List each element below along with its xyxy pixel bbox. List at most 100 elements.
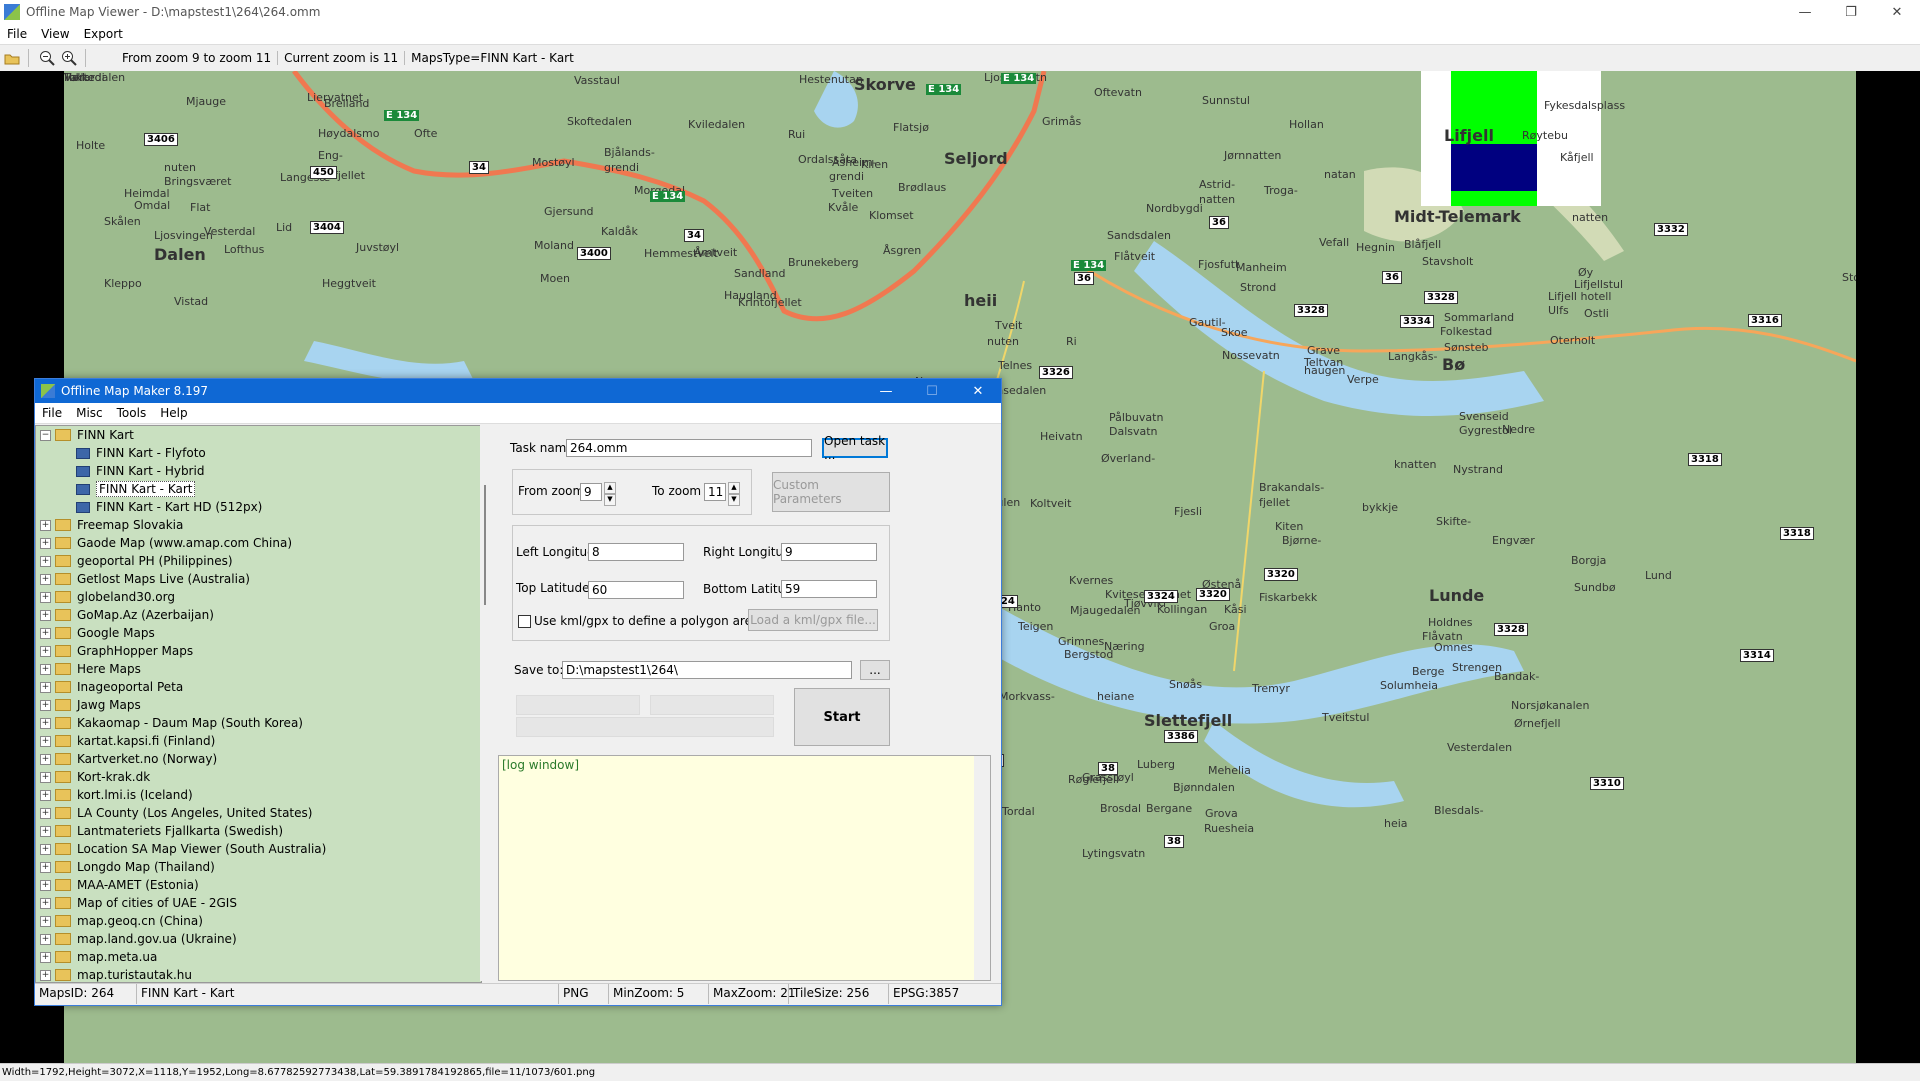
tree-scrollbar[interactable]	[480, 425, 498, 981]
expand-icon[interactable]: +	[40, 807, 51, 819]
spinner-down-icon[interactable]: ▼	[728, 494, 740, 506]
save-to-input[interactable]	[562, 661, 852, 679]
tree-child-item[interactable]: FINN Kart - Hybrid	[36, 462, 481, 480]
tree-item[interactable]: + Here Maps	[36, 660, 481, 678]
expand-icon[interactable]: +	[40, 537, 51, 549]
to-zoom-stepper[interactable]: ▲ ▼	[728, 482, 740, 506]
menu-file[interactable]: File	[0, 27, 34, 41]
scrollbar-thumb[interactable]	[484, 485, 486, 605]
close-button[interactable]: ✕	[1874, 0, 1920, 24]
log-window[interactable]: [log window]	[498, 755, 991, 981]
open-folder-icon[interactable]	[2, 48, 22, 68]
collapse-icon[interactable]: −	[40, 429, 51, 441]
expand-icon[interactable]: +	[40, 843, 51, 855]
bottom-latitude-input[interactable]	[781, 580, 877, 598]
tree-child-item[interactable]: FINN Kart - Kart HD (512px)	[36, 498, 481, 516]
dialog-menu-tools[interactable]: Tools	[110, 406, 154, 420]
tree-item[interactable]: + geoportal PH (Philippines)	[36, 552, 481, 570]
dialog-minimize-button[interactable]: —	[863, 379, 909, 403]
tree-item[interactable]: + Kort-krak.dk	[36, 768, 481, 786]
browse-button[interactable]: ...	[860, 660, 890, 680]
expand-icon[interactable]: +	[40, 735, 51, 747]
use-kml-checkbox[interactable]	[518, 615, 531, 628]
spinner-down-icon[interactable]: ▼	[604, 494, 616, 506]
tree-root-item[interactable]: − FINN Kart	[36, 426, 481, 444]
minimize-button[interactable]: —	[1782, 0, 1828, 24]
expand-icon[interactable]: +	[40, 825, 51, 837]
dialog-menu-file[interactable]: File	[35, 406, 69, 420]
tree-item[interactable]: + Inageoportal Peta	[36, 678, 481, 696]
dialog-menu-misc[interactable]: Misc	[69, 406, 110, 420]
tree-item[interactable]: + map.geoq.cn (China)	[36, 912, 481, 930]
menu-export[interactable]: Export	[77, 27, 130, 41]
tree-item[interactable]: + kartat.kapsi.fi (Finland)	[36, 732, 481, 750]
menu-view[interactable]: View	[34, 27, 76, 41]
restore-button[interactable]: ❐	[1828, 0, 1874, 24]
tree-item[interactable]: + map.turistautak.hu	[36, 966, 481, 982]
expand-icon[interactable]: +	[40, 519, 51, 531]
spinner-up-icon[interactable]: ▲	[728, 482, 740, 494]
expand-icon[interactable]: +	[40, 555, 51, 567]
dialog-close-button[interactable]: ✕	[955, 379, 1001, 403]
map-source-tree[interactable]: − FINN Kart FINN Kart - Flyfoto FINN Kar…	[35, 425, 482, 983]
expand-icon[interactable]: +	[40, 879, 51, 891]
dialog-menu-help[interactable]: Help	[153, 406, 194, 420]
task-name-input[interactable]	[566, 439, 812, 457]
tree-item[interactable]: + LA County (Los Angeles, United States)	[36, 804, 481, 822]
tree-item[interactable]: + Lantmateriets Fjallkarta (Swedish)	[36, 822, 481, 840]
expand-icon[interactable]: +	[40, 663, 51, 675]
expand-icon[interactable]: +	[40, 933, 51, 945]
open-task-button[interactable]: Open task ...	[822, 434, 888, 462]
tree-item[interactable]: + Location SA Map Viewer (South Australia…	[36, 840, 481, 858]
tree-item[interactable]: + Longdo Map (Thailand)	[36, 858, 481, 876]
expand-icon[interactable]: +	[40, 699, 51, 711]
expand-icon[interactable]: +	[40, 771, 51, 783]
dialog-maximize-button[interactable]: ☐	[909, 379, 955, 403]
tree-item[interactable]: + kort.lmi.is (Iceland)	[36, 786, 481, 804]
expand-icon[interactable]: +	[40, 573, 51, 585]
zoom-out-icon[interactable]	[37, 48, 57, 68]
tree-item[interactable]: + Getlost Maps Live (Australia)	[36, 570, 481, 588]
expand-icon[interactable]: +	[40, 717, 51, 729]
expand-icon[interactable]: +	[40, 861, 51, 873]
tree-item[interactable]: + Kartverket.no (Norway)	[36, 750, 481, 768]
tree-item[interactable]: + map.meta.ua	[36, 948, 481, 966]
expand-icon[interactable]: +	[40, 915, 51, 927]
tree-item[interactable]: + Google Maps	[36, 624, 481, 642]
tree-item[interactable]: + GraphHopper Maps	[36, 642, 481, 660]
expand-icon[interactable]: +	[40, 645, 51, 657]
right-longitude-input[interactable]	[781, 543, 877, 561]
spinner-up-icon[interactable]: ▲	[604, 482, 616, 494]
expand-icon[interactable]: +	[40, 753, 51, 765]
left-longitude-input[interactable]	[588, 543, 684, 561]
tree-item[interactable]: + Kakaomap - Daum Map (South Korea)	[36, 714, 481, 732]
tree-item[interactable]: + map.land.gov.ua (Ukraine)	[36, 930, 481, 948]
load-kml-button[interactable]: Load a kml/gpx file...	[748, 609, 878, 631]
tree-item[interactable]: + GoMap.Az (Azerbaijan)	[36, 606, 481, 624]
expand-icon[interactable]: +	[40, 789, 51, 801]
expand-icon[interactable]: +	[40, 627, 51, 639]
tree-item-label: Lantmateriets Fjallkarta (Swedish)	[77, 824, 284, 838]
custom-parameters-button[interactable]: Custom Parameters	[772, 472, 890, 512]
expand-icon[interactable]: +	[40, 591, 51, 603]
expand-icon[interactable]: +	[40, 897, 51, 909]
to-zoom-input[interactable]	[704, 483, 726, 501]
expand-icon[interactable]: +	[40, 681, 51, 693]
from-zoom-stepper[interactable]: ▲ ▼	[604, 482, 616, 506]
log-scrollbar[interactable]	[974, 756, 990, 980]
top-latitude-input[interactable]	[588, 581, 684, 599]
tree-item[interactable]: + Freemap Slovakia	[36, 516, 481, 534]
tree-child-item-selected[interactable]: FINN Kart - Kart	[36, 480, 481, 498]
zoom-in-icon[interactable]	[59, 48, 79, 68]
tree-item[interactable]: + globeland30.org	[36, 588, 481, 606]
expand-icon[interactable]: +	[40, 609, 51, 621]
expand-icon[interactable]: +	[40, 969, 51, 981]
tree-item[interactable]: + Map of cities of UAE - 2GIS	[36, 894, 481, 912]
tree-item[interactable]: + MAA-AMET (Estonia)	[36, 876, 481, 894]
expand-icon[interactable]: +	[40, 951, 51, 963]
tree-child-item[interactable]: FINN Kart - Flyfoto	[36, 444, 481, 462]
start-button[interactable]: Start	[794, 688, 890, 746]
from-zoom-input[interactable]	[580, 483, 602, 501]
tree-item[interactable]: + Jawg Maps	[36, 696, 481, 714]
tree-item[interactable]: + Gaode Map (www.amap.com China)	[36, 534, 481, 552]
